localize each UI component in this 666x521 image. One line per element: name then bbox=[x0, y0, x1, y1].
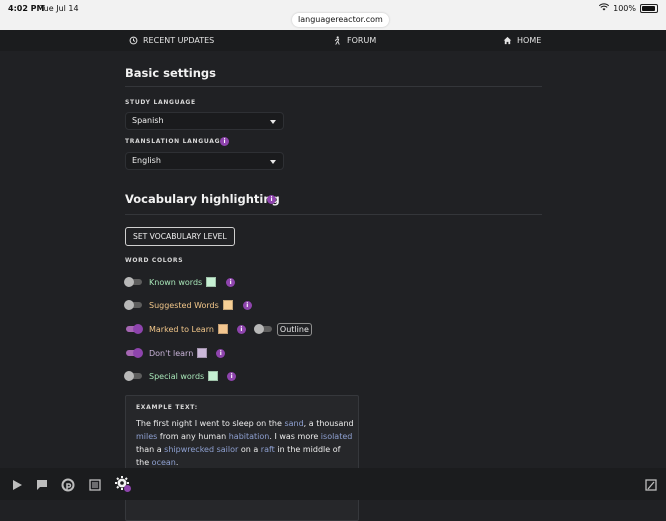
info-icon[interactable]: i bbox=[227, 371, 237, 381]
chat-icon[interactable] bbox=[35, 477, 49, 491]
known-words-toggle[interactable] bbox=[124, 277, 143, 287]
outline-label: Outline bbox=[276, 322, 312, 336]
example-segment: , a thousand bbox=[303, 419, 354, 428]
divider bbox=[125, 86, 542, 87]
p-logo-icon[interactable] bbox=[61, 477, 75, 492]
example-segment: from any human bbox=[157, 432, 229, 441]
info-icon[interactable]: i bbox=[267, 195, 276, 204]
suggested-words-swatch[interactable] bbox=[222, 300, 233, 310]
example-segment: than a bbox=[136, 445, 165, 454]
nav-recent-updates[interactable]: RECENT UPDATES bbox=[129, 36, 214, 45]
dont-learn-swatch[interactable] bbox=[197, 348, 208, 358]
study-language-value: Spanish bbox=[132, 116, 164, 125]
dont-learn-toggle[interactable] bbox=[125, 348, 143, 358]
example-segment: on a bbox=[238, 445, 261, 454]
word-color-row-special: Special words i bbox=[124, 369, 237, 383]
url-pill[interactable]: languagereactor.com bbox=[292, 13, 389, 27]
example-highlight[interactable]: shipwrecked sailor bbox=[164, 445, 238, 454]
chevron-down-icon bbox=[270, 160, 276, 164]
example-highlight[interactable]: ocean bbox=[152, 458, 176, 467]
example-highlight[interactable]: isolated bbox=[321, 432, 353, 441]
suggested-words-label: Suggested Words bbox=[149, 300, 219, 310]
word-color-row-known: Known words i bbox=[124, 275, 236, 289]
translation-language-select[interactable]: English bbox=[125, 152, 284, 170]
battery-percent: 100% bbox=[613, 3, 636, 13]
nav-recent-updates-label: RECENT UPDATES bbox=[143, 36, 215, 45]
example-highlight[interactable]: habitation bbox=[229, 432, 270, 441]
example-highlight[interactable]: sand bbox=[284, 419, 303, 428]
study-language-label: STUDY LANGUAGE bbox=[125, 99, 196, 106]
chevron-down-icon bbox=[270, 120, 276, 124]
info-icon[interactable]: i bbox=[242, 300, 252, 310]
bottom-toolbar bbox=[0, 468, 666, 500]
known-words-swatch[interactable] bbox=[206, 277, 217, 287]
status-right: 100% bbox=[599, 3, 658, 13]
word-color-row-dont-learn: Don't learn i bbox=[125, 346, 226, 360]
marked-to-learn-swatch[interactable] bbox=[217, 324, 228, 334]
info-icon[interactable]: i bbox=[216, 348, 226, 358]
history-icon bbox=[129, 36, 138, 45]
outline-toggle[interactable] bbox=[253, 324, 273, 334]
example-highlight[interactable]: miles bbox=[136, 432, 157, 441]
divider bbox=[125, 214, 542, 215]
ios-status-bar: 4:02 PM Tue Jul 14 100% languagereactor.… bbox=[0, 0, 666, 30]
special-words-toggle[interactable] bbox=[124, 371, 143, 381]
info-icon[interactable]: i bbox=[220, 137, 229, 146]
example-segment: The first night I went to sleep on the bbox=[136, 419, 285, 428]
nav-home[interactable]: HOME bbox=[503, 36, 541, 45]
top-navigation: RECENT UPDATES FORUM HOME bbox=[0, 30, 666, 51]
home-icon bbox=[503, 36, 512, 45]
example-segment: . bbox=[175, 458, 179, 467]
translation-language-value: English bbox=[132, 156, 161, 165]
active-badge bbox=[124, 485, 131, 492]
example-segment: . I was more bbox=[269, 432, 321, 441]
settings-icon[interactable] bbox=[114, 475, 131, 492]
vocabulary-highlighting-title: Vocabulary highlighting bbox=[125, 192, 280, 206]
translation-language-label: TRANSLATION LANGUAGE bbox=[125, 138, 226, 145]
set-vocabulary-level-button[interactable]: SET VOCABULARY LEVEL bbox=[125, 227, 235, 246]
marked-to-learn-label: Marked to Learn bbox=[149, 324, 214, 334]
study-language-select[interactable]: Spanish bbox=[125, 112, 284, 130]
word-color-row-suggested: Suggested Words i bbox=[124, 298, 252, 312]
example-text-body: The first night I went to sleep on the s… bbox=[136, 417, 356, 469]
example-text-title: EXAMPLE TEXT: bbox=[136, 404, 198, 411]
list-icon[interactable] bbox=[88, 477, 102, 491]
nav-forum-label: FORUM bbox=[347, 36, 377, 45]
example-text-box: EXAMPLE TEXT: The first night I went to … bbox=[125, 395, 359, 521]
dictionary-icon[interactable] bbox=[644, 477, 658, 491]
word-colors-label: WORD COLORS bbox=[125, 257, 184, 264]
dont-learn-label: Don't learn bbox=[149, 348, 194, 358]
nav-home-label: HOME bbox=[517, 36, 542, 45]
info-icon[interactable]: i bbox=[236, 324, 246, 334]
example-highlight[interactable]: raft bbox=[261, 445, 275, 454]
basic-settings-title: Basic settings bbox=[125, 66, 216, 80]
person-icon bbox=[333, 36, 342, 45]
suggested-words-toggle[interactable] bbox=[124, 300, 143, 310]
special-words-label: Special words bbox=[149, 371, 205, 381]
nav-forum[interactable]: FORUM bbox=[333, 36, 376, 45]
word-color-row-marked: Marked to Learn i Outline bbox=[125, 322, 312, 336]
known-words-label: Known words bbox=[149, 277, 203, 287]
marked-to-learn-toggle[interactable] bbox=[125, 324, 143, 334]
wifi-icon bbox=[599, 3, 610, 13]
battery-icon bbox=[640, 3, 658, 13]
play-icon[interactable] bbox=[10, 477, 24, 491]
status-date: Tue Jul 14 bbox=[40, 4, 79, 13]
info-icon[interactable]: i bbox=[226, 277, 236, 287]
special-words-swatch[interactable] bbox=[208, 371, 219, 381]
